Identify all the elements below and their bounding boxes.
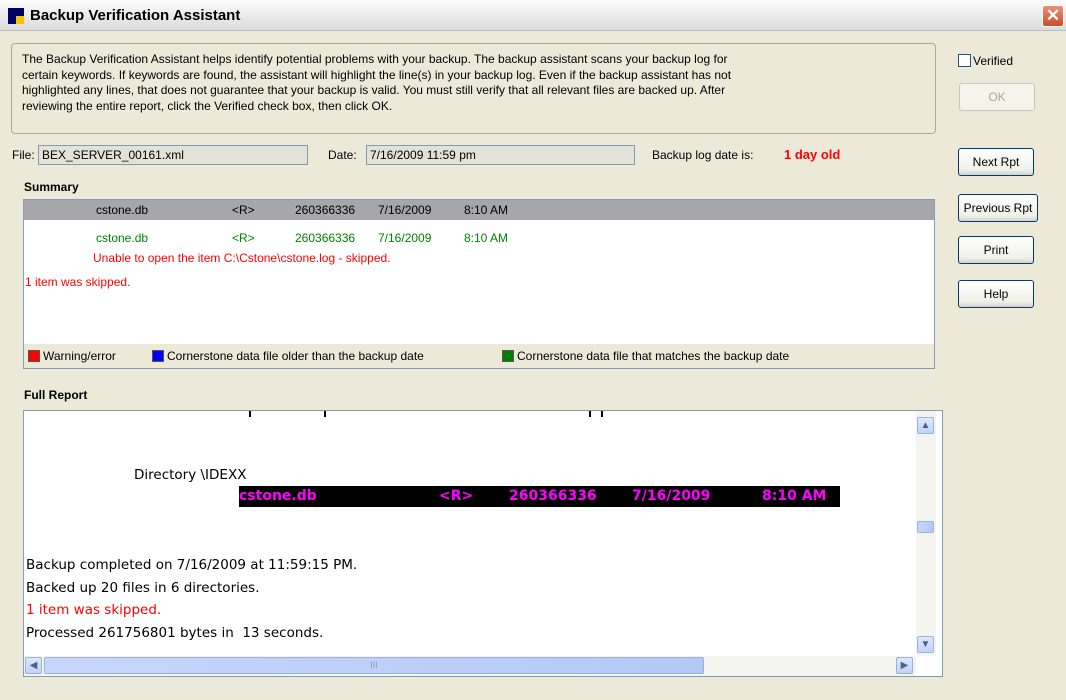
- scroll-left-icon[interactable]: ◀: [25, 657, 42, 674]
- vertical-scroll-thumb[interactable]: [917, 521, 934, 533]
- legend: Warning/error Cornerstone data file olde…: [24, 344, 934, 368]
- intro-line: highlighted any lines, that does not gua…: [22, 83, 726, 97]
- ok-button[interactable]: OK: [959, 83, 1035, 111]
- partial-text-marks: [249, 411, 603, 417]
- report-line: Backed up 20 files in 6 directories.: [26, 580, 260, 596]
- file-field: BEX_SERVER_00161.xml: [38, 145, 308, 165]
- report-directory-line: Directory \IDEXX: [134, 467, 247, 483]
- full-report-pane[interactable]: Directory \IDEXX cstone.db <R> 260366336…: [23, 410, 943, 677]
- scroll-right-icon[interactable]: ▶: [896, 657, 913, 674]
- intro-panel: The Backup Verification Assistant helps …: [11, 43, 936, 134]
- legend-older: Cornerstone data file older than the bac…: [167, 349, 424, 363]
- matches-swatch: [502, 350, 514, 362]
- legend-matches: Cornerstone data file that matches the b…: [517, 349, 790, 363]
- next-report-button[interactable]: Next Rpt: [958, 148, 1034, 176]
- summary-heading: Summary: [24, 180, 79, 194]
- close-button[interactable]: ✕: [1042, 5, 1064, 27]
- vertical-scrollbar[interactable]: ▲ ▼: [916, 411, 936, 656]
- scroll-up-icon[interactable]: ▲: [917, 417, 934, 434]
- intro-line: The Backup Verification Assistant helps …: [22, 52, 728, 66]
- warning-swatch: [28, 350, 40, 362]
- report-line-error: 1 item was skipped.: [26, 602, 162, 618]
- help-button[interactable]: Help: [958, 280, 1034, 308]
- log-age-label: Backup log date is:: [652, 148, 754, 162]
- scroll-down-icon[interactable]: ▼: [917, 636, 934, 653]
- legend-warning: Warning/error: [43, 349, 116, 363]
- list-item[interactable]: cstone.db <R> 260366336 7/16/2009 8:10 A…: [24, 228, 934, 248]
- app-icon: [8, 8, 24, 24]
- list-item[interactable]: cstone.db <R> 260366336 7/16/2009 8:10 A…: [24, 200, 934, 220]
- highlighted-line: cstone.db <R> 260366336 7/16/2009 8:10 A…: [239, 486, 840, 507]
- report-line: Backup completed on 7/16/2009 at 11:59:1…: [26, 557, 358, 573]
- intro-line: reviewing the entire report, click the V…: [22, 98, 393, 113]
- date-field: 7/16/2009 11:59 pm: [366, 145, 635, 165]
- window-title: Backup Verification Assistant: [30, 7, 241, 24]
- date-label: Date:: [328, 148, 357, 162]
- intro-line: certain keywords. If keywords are found,…: [22, 67, 732, 82]
- older-swatch: [152, 350, 164, 362]
- checkbox-box[interactable]: [958, 54, 971, 67]
- report-line: Processed 261756801 bytes in 13 seconds.: [26, 625, 324, 641]
- list-item-error[interactable]: Unable to open the item C:\Cstone\cstone…: [24, 248, 934, 268]
- horizontal-scrollbar[interactable]: ◀ III ▶: [24, 656, 916, 676]
- previous-report-button[interactable]: Previous Rpt: [958, 194, 1038, 222]
- verified-label: Verified: [973, 54, 1014, 68]
- horizontal-scroll-thumb[interactable]: III: [44, 657, 704, 674]
- summary-list[interactable]: cstone.db <R> 260366336 7/16/2009 8:10 A…: [23, 199, 935, 369]
- print-button[interactable]: Print: [958, 236, 1034, 264]
- file-label: File:: [12, 148, 35, 162]
- title-bar: Backup Verification Assistant ✕: [0, 0, 1066, 31]
- log-age-value: 1 day old: [784, 147, 841, 162]
- verified-checkbox[interactable]: Verified: [958, 54, 1013, 68]
- list-item-skipped[interactable]: 1 item was skipped.: [24, 272, 934, 292]
- full-report-heading: Full Report: [24, 388, 88, 402]
